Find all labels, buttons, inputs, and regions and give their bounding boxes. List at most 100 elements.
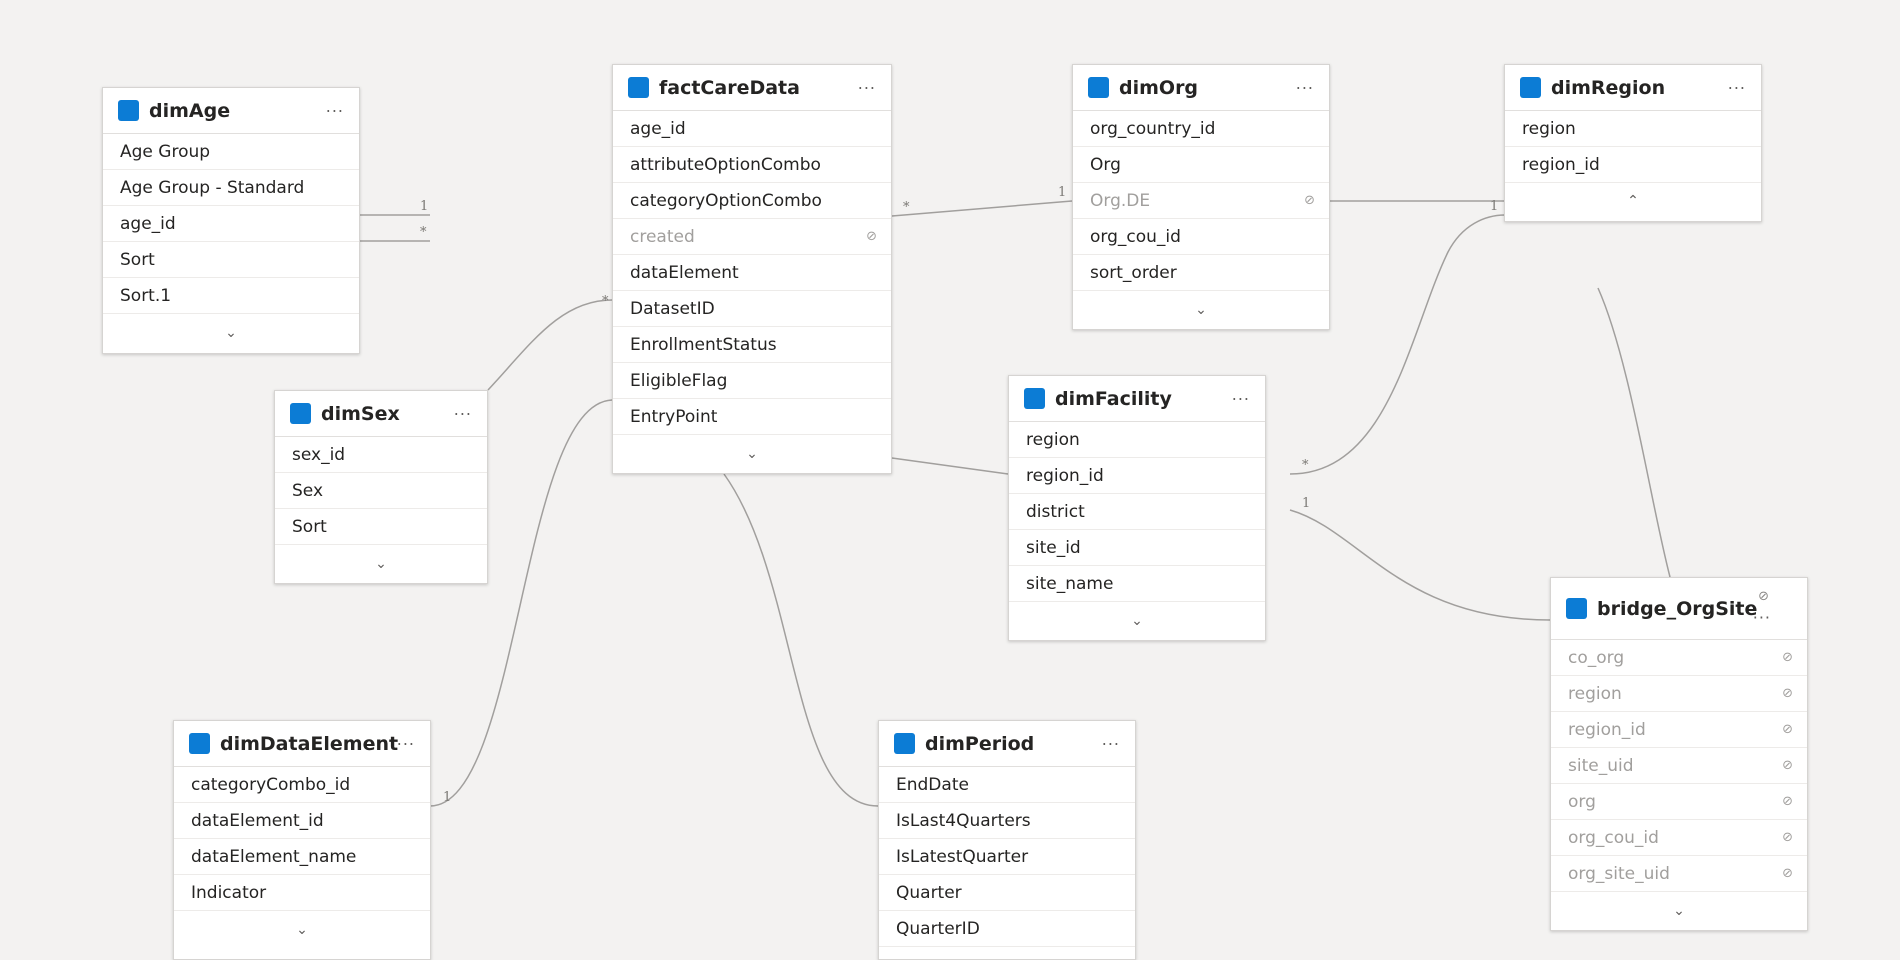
field-row[interactable]: region_id (1505, 147, 1761, 183)
table-title: dimPeriod (925, 732, 1035, 755)
table-card-dimorg[interactable]: dimOrg ··· org_country_id Org Org.DE ⊘ o… (1072, 64, 1330, 330)
field-label: co_org (1568, 647, 1625, 668)
field-label: org_site_uid (1568, 863, 1670, 884)
table-card-dimperiod[interactable]: dimPeriod ··· EndDate IsLast4Quarters Is… (878, 720, 1136, 960)
field-row[interactable]: region (1505, 111, 1761, 147)
rel-line-fact-facility (891, 457, 1009, 475)
more-options-icon[interactable]: ··· (1728, 78, 1746, 97)
field-row[interactable]: sort_order (1073, 255, 1329, 291)
table-header[interactable]: dimSex ··· (275, 391, 487, 437)
field-row[interactable]: EligibleFlag (613, 363, 891, 399)
table-card-bridge-orgsite[interactable]: bridge_OrgSite ⊘ ··· co_org ⊘ region ⊘ r… (1550, 577, 1808, 931)
field-row[interactable]: Age Group - Standard (103, 170, 359, 206)
field-row[interactable]: categoryCombo_id (174, 767, 430, 803)
rel-line-dimsex (487, 299, 613, 391)
table-icon (628, 77, 649, 98)
field-row-hidden[interactable]: region_id ⊘ (1551, 712, 1807, 748)
more-options-icon[interactable]: ··· (1232, 389, 1250, 408)
hidden-eye-icon: ⊘ (1782, 722, 1793, 737)
hidden-eye-icon: ⊘ (1782, 758, 1793, 773)
field-row[interactable]: IsLast4Quarters (879, 803, 1135, 839)
more-options-icon[interactable]: ··· (397, 734, 415, 753)
field-row[interactable]: EndDate (879, 767, 1135, 803)
field-row[interactable]: IsLatestQuarter (879, 839, 1135, 875)
field-row[interactable]: dataElement_name (174, 839, 430, 875)
chevron-down-icon[interactable]: ⌄ (1073, 291, 1329, 329)
table-card-dimregion[interactable]: dimRegion ··· region region_id ⌃ (1504, 64, 1762, 222)
field-row[interactable]: Sort (275, 509, 487, 545)
table-header[interactable]: dimAge ··· (103, 88, 359, 134)
rel-label-facility-many: * (1302, 458, 1309, 473)
field-row[interactable]: region_id (1009, 458, 1265, 494)
field-row-hidden[interactable]: created ⊘ (613, 219, 891, 255)
table-header[interactable]: dimRegion ··· (1505, 65, 1761, 111)
field-row[interactable]: Sex (275, 473, 487, 509)
field-row[interactable]: dataElement_id (174, 803, 430, 839)
table-card-dimage[interactable]: dimAge ··· Age Group Age Group - Standar… (102, 87, 360, 354)
table-icon (290, 403, 311, 424)
field-row[interactable]: attributeOptionCombo (613, 147, 891, 183)
table-icon (894, 733, 915, 754)
table-title: dimSex (321, 402, 400, 425)
field-row[interactable]: region (1009, 422, 1265, 458)
field-row-hidden[interactable]: org ⊘ (1551, 784, 1807, 820)
field-label: region_id (1568, 719, 1646, 740)
more-options-icon[interactable]: ··· (1296, 78, 1314, 97)
field-row[interactable]: dataElement (613, 255, 891, 291)
field-row-hidden[interactable]: Org.DE ⊘ (1073, 183, 1329, 219)
more-options-icon[interactable]: ··· (858, 78, 876, 97)
field-row[interactable]: QuarterID (879, 911, 1135, 947)
field-row[interactable]: site_id (1009, 530, 1265, 566)
chevron-down-icon[interactable]: ⌄ (1009, 602, 1265, 640)
field-row[interactable]: Age Group (103, 134, 359, 170)
table-icon (1520, 77, 1541, 98)
table-header[interactable]: factCareData ··· (613, 65, 891, 111)
table-header[interactable]: dimDataElement ··· (174, 721, 430, 767)
chevron-down-icon[interactable]: ⌄ (613, 435, 891, 473)
field-row[interactable]: EnrollmentStatus (613, 327, 891, 363)
field-row[interactable]: org_cou_id (1073, 219, 1329, 255)
field-row[interactable]: org_country_id (1073, 111, 1329, 147)
table-header[interactable]: dimOrg ··· (1073, 65, 1329, 111)
more-options-icon[interactable]: ··· (1102, 734, 1120, 753)
field-row[interactable]: age_id (613, 111, 891, 147)
field-row[interactable]: site_name (1009, 566, 1265, 602)
table-card-dimsex[interactable]: dimSex ··· sex_id Sex Sort ⌄ (274, 390, 488, 584)
field-row[interactable]: sex_id (275, 437, 487, 473)
table-header[interactable]: dimFacility ··· (1009, 376, 1265, 422)
field-row[interactable]: Quarter (879, 875, 1135, 911)
table-card-dimdataelement[interactable]: dimDataElement ··· categoryCombo_id data… (173, 720, 431, 960)
model-canvas[interactable]: 1 * * * 1 1 * 1 1 dimAge ··· Age Group A… (0, 0, 1900, 960)
rel-label-dimsex-many: * (602, 294, 609, 309)
rel-label-fact-many: * (903, 200, 910, 215)
field-row[interactable]: Sort.1 (103, 278, 359, 314)
field-label: Org.DE (1090, 190, 1151, 211)
rel-label-dimregion-one: 1 (1490, 199, 1498, 214)
field-row-hidden[interactable]: region ⊘ (1551, 676, 1807, 712)
field-row-hidden[interactable]: co_org ⊘ (1551, 640, 1807, 676)
field-row[interactable]: district (1009, 494, 1265, 530)
chevron-up-icon[interactable]: ⌃ (1505, 183, 1761, 219)
field-row-hidden[interactable]: org_site_uid ⊘ (1551, 856, 1807, 892)
more-options-icon[interactable]: ··· (1753, 608, 1771, 627)
table-header[interactable]: dimPeriod ··· (879, 721, 1135, 767)
field-row-hidden[interactable]: site_uid ⊘ (1551, 748, 1807, 784)
more-options-icon[interactable]: ··· (326, 101, 344, 120)
field-row[interactable]: categoryOptionCombo (613, 183, 891, 219)
chevron-down-icon[interactable]: ⌄ (1551, 892, 1807, 930)
field-row[interactable]: DatasetID (613, 291, 891, 327)
chevron-down-icon[interactable]: ⌄ (275, 545, 487, 583)
table-card-factcaredata[interactable]: factCareData ··· age_id attributeOptionC… (612, 64, 892, 474)
field-row[interactable]: EntryPoint (613, 399, 891, 435)
chevron-down-icon[interactable]: ⌄ (103, 314, 359, 352)
field-row-hidden[interactable]: org_cou_id ⊘ (1551, 820, 1807, 856)
chevron-down-icon[interactable]: ⌄ (174, 911, 430, 949)
table-header[interactable]: bridge_OrgSite ⊘ ··· (1551, 578, 1807, 640)
more-options-icon[interactable]: ··· (454, 404, 472, 423)
field-row[interactable]: Org (1073, 147, 1329, 183)
hidden-eye-icon: ⊘ (1304, 193, 1315, 208)
field-row[interactable]: Indicator (174, 875, 430, 911)
field-row[interactable]: age_id (103, 206, 359, 242)
field-row[interactable]: Sort (103, 242, 359, 278)
table-card-dimfacility[interactable]: dimFacility ··· region region_id distric… (1008, 375, 1266, 641)
